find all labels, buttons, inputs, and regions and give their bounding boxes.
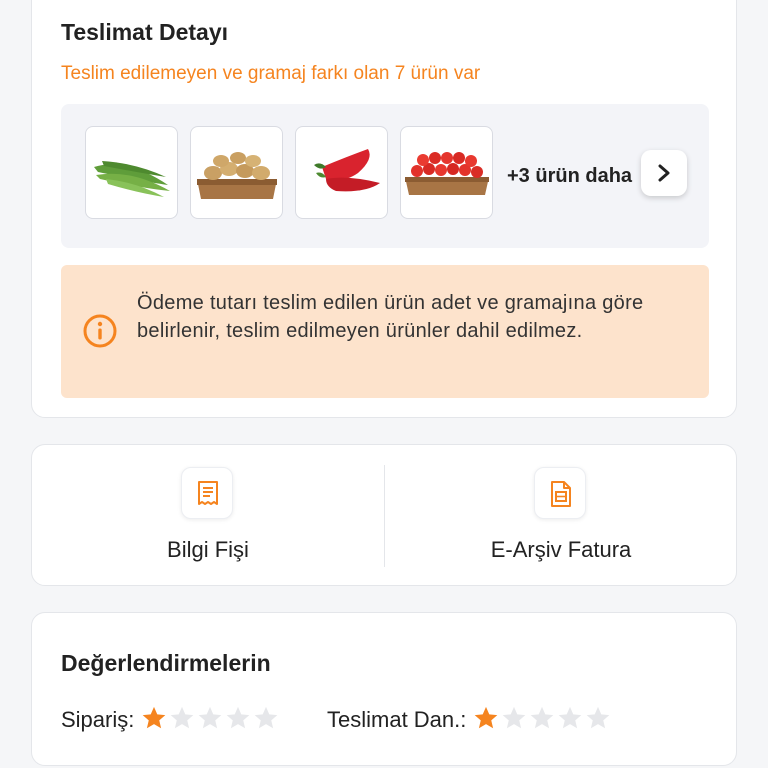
order-rating-stars[interactable]	[140, 704, 280, 737]
star-empty-icon[interactable]	[196, 704, 224, 732]
order-rating[interactable]: Sipariş:	[61, 705, 280, 735]
product-thumb-green-beans[interactable]	[85, 126, 178, 219]
delivery-title: Teslimat Detayı	[61, 19, 229, 45]
green-beans-image	[94, 161, 170, 197]
documents-card: Bilgi Fişi E-Arşiv Fatura	[31, 444, 737, 586]
star-empty-icon[interactable]	[500, 704, 528, 732]
star-empty-icon[interactable]	[168, 704, 196, 732]
star-empty-icon[interactable]	[584, 704, 612, 732]
ratings-card: Değerlendirmelerin Sipariş: Teslimat Dan…	[31, 612, 737, 766]
receipt-icon-box	[181, 467, 233, 519]
products-next-button[interactable]	[641, 150, 687, 196]
product-thumb-red-pepper[interactable]	[295, 126, 388, 219]
red-pepper-image	[314, 149, 380, 192]
e-archive-invoice-button[interactable]: E-Arşiv Fatura	[385, 445, 737, 587]
star-filled-icon[interactable]	[140, 704, 168, 732]
info-circle-icon	[83, 314, 117, 348]
payment-info-box: Ödeme tutarı teslim edilen ürün adet ve …	[61, 265, 709, 398]
cherry-tomatoes-image	[405, 152, 489, 195]
delivery-rating-stars[interactable]	[472, 704, 612, 737]
invoice-icon	[551, 481, 571, 507]
star-empty-icon[interactable]	[224, 704, 252, 732]
e-archive-invoice-label: E-Arşiv Fatura	[490, 537, 632, 562]
receipt-icon	[198, 481, 218, 505]
product-strip[interactable]: +3 ürün daha	[61, 104, 709, 248]
potatoes-image	[197, 152, 277, 199]
order-rating-label: Sipariş:	[61, 707, 135, 732]
star-empty-icon[interactable]	[556, 704, 584, 732]
invoice-icon-box	[534, 467, 586, 519]
info-receipt-button[interactable]: Bilgi Fişi	[32, 445, 384, 587]
product-thumb-potatoes[interactable]	[190, 126, 283, 219]
delivery-rating-label: Teslimat Dan.:	[327, 707, 467, 732]
chevron-right-icon	[658, 164, 670, 182]
more-products-label[interactable]: +3 ürün daha	[507, 165, 657, 188]
info-receipt-label: Bilgi Fişi	[167, 537, 249, 562]
product-thumb-cherry-tomatoes[interactable]	[400, 126, 493, 219]
star-filled-icon[interactable]	[472, 704, 500, 732]
ratings-title: Değerlendirmelerin	[61, 650, 271, 676]
star-empty-icon[interactable]	[528, 704, 556, 732]
payment-info-text: Ödeme tutarı teslim edilen ürün adet ve …	[137, 292, 644, 342]
delivery-subtitle: Teslim edilemeyen ve gramaj farkı olan 7…	[61, 63, 481, 84]
delivery-details-card: Teslimat Detayı Teslim edilemeyen ve gra…	[31, 0, 737, 418]
star-empty-icon[interactable]	[252, 704, 280, 732]
delivery-rating[interactable]: Teslimat Dan.:	[327, 705, 612, 735]
